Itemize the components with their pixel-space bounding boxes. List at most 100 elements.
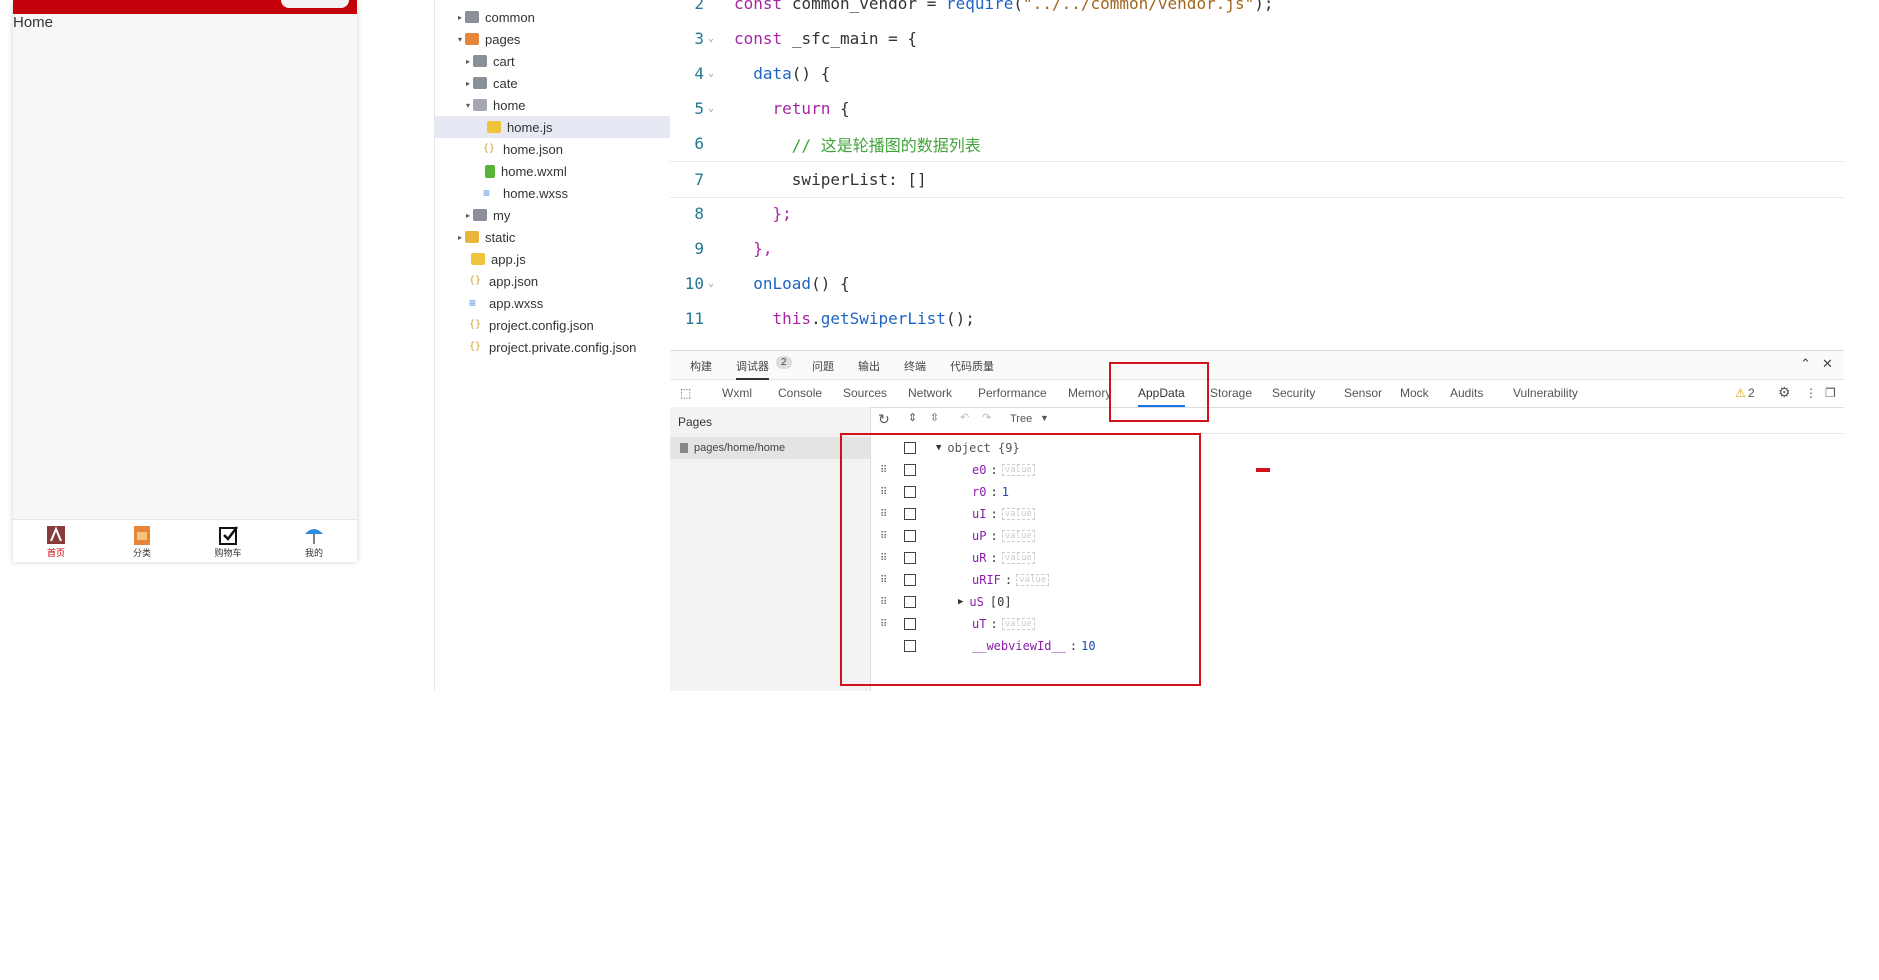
collapse-all-icon[interactable]: ⇳ [930,411,939,424]
code-line: 4 ⌄ data() { [670,56,1844,91]
json-file-icon: {} [469,275,482,286]
line-number: 11 [684,309,704,328]
annotation-mark [1256,468,1270,472]
pages-header: Pages [678,415,713,429]
line-number: 8 [694,204,704,223]
tree-item-label: cart [493,53,515,69]
tab-label: 购物车 [214,547,242,558]
json-file-icon: {} [469,341,482,352]
tab-home[interactable]: 首页 [13,520,99,562]
tab-cart[interactable]: 购物车 [185,520,271,562]
tree-item-home-js[interactable]: home.js [435,116,671,138]
tree-item-app-json[interactable]: {} app.json [435,270,705,292]
tree-item-label: app.wxss [489,295,544,311]
tree-item-label: home.js [507,119,553,135]
json-file-icon: {} [469,319,482,330]
folder-open-icon [473,99,487,111]
tab-my[interactable]: 我的 [271,520,357,562]
tab-bar: 首页 分类 购物车 我的 [13,519,357,562]
line-number: 6 [694,134,704,153]
fold-chevron-icon[interactable]: ⌄ [704,68,722,79]
tree-item-label: app.js [491,251,526,267]
chevron-up-icon[interactable]: ⌃ [1800,356,1811,372]
tree-item-label: common [485,9,535,25]
undo-icon[interactable]: ↶ [960,411,969,424]
tree-item-cate[interactable]: ▸ cate [435,72,699,94]
gear-icon[interactable]: ⚙ [1778,384,1791,401]
more-vertical-icon[interactable]: ⋮ [1805,386,1817,400]
fold-chevron-icon[interactable]: ⌄ [704,33,722,44]
tab-security[interactable]: Security [1272,386,1315,400]
tab-mock[interactable]: Mock [1400,386,1429,400]
code-editor[interactable]: 2 const common_vendor = require("../../c… [670,0,1844,350]
tab-problems[interactable]: 问题 [812,358,834,374]
tree-item-static[interactable]: ▸ static [435,226,691,248]
tab-console[interactable]: Console [778,386,822,400]
tree-item-label: project.config.json [489,317,594,333]
tab-terminal[interactable]: 终端 [904,358,926,374]
refresh-icon[interactable]: ↻ [878,411,890,428]
debugger-badge: 2 [776,356,792,369]
page-item-label: pages/home/home [694,442,786,454]
wxss-file-icon: ≡ [483,186,491,200]
file-icon [680,443,688,453]
tab-vulnerability[interactable]: Vulnerability [1513,386,1578,400]
code-text: this.getSwiperList(); [772,309,975,328]
folder-icon [465,33,479,45]
tab-code-quality[interactable]: 代码质量 [950,358,994,374]
fold-chevron-icon[interactable]: ⌄ [704,103,722,114]
tab-output[interactable]: 输出 [858,358,880,374]
my-tab-icon [302,524,326,546]
tab-debugger[interactable]: 调试器 [736,358,769,380]
warning-icon[interactable]: ⚠ [1735,386,1746,400]
tree-item-app-wxss[interactable]: ≡ app.wxss [435,292,705,314]
inspect-icon[interactable]: ⬚ [680,386,691,400]
tree-item-project-private-config[interactable]: {} project.private.config.json [435,336,705,358]
tree-item-home[interactable]: ▾ home [435,94,699,116]
tab-build[interactable]: 构建 [690,358,712,374]
line-number: 9 [694,239,704,258]
line-number: 5 [694,99,704,118]
js-file-icon [487,121,501,133]
tab-wxml[interactable]: Wxml [722,386,752,400]
tree-item-app-js[interactable]: app.js [435,248,707,270]
view-mode-select[interactable]: Tree [1010,413,1032,425]
tree-item-project-config[interactable]: {} project.config.json [435,314,705,336]
tab-storage[interactable]: Storage [1210,386,1252,400]
tab-performance[interactable]: Performance [978,386,1047,400]
tree-item-label: static [485,229,516,245]
redo-icon[interactable]: ↷ [982,411,991,424]
chevron-down-icon[interactable]: ▼ [1040,413,1049,423]
code-line-current: 7 swiperList: [] [670,161,1844,198]
tree-item-cart[interactable]: ▸ cart [435,50,699,72]
tab-audits[interactable]: Audits [1450,386,1483,400]
code-line: 5 ⌄ return { [670,91,1844,126]
code-line: 10 ⌄ onLoad() { [670,266,1844,301]
close-icon[interactable]: ✕ [1822,356,1833,372]
capsule-button[interactable] [281,0,349,8]
tab-label: 首页 [46,547,65,558]
tree-item-label: home.wxml [501,163,567,179]
expand-all-icon[interactable]: ⇕ [908,411,917,424]
code-text: swiperList: [] [791,170,927,189]
page-title: Home [13,14,54,31]
tab-memory[interactable]: Memory [1068,386,1111,400]
devtools-top-bar: 构建 调试器 2 问题 输出 终端 代码质量 ⌃ ✕ [670,351,1844,380]
tree-item-pages[interactable]: ▾ pages [435,28,691,50]
tab-network[interactable]: Network [908,386,952,400]
chevron-right-icon: ▸ [457,12,462,22]
dock-icon[interactable]: ❐ [1825,386,1836,400]
tree-item-my[interactable]: ▸ my [435,204,699,226]
code-comment: // 这是轮播图的数据列表 [734,135,981,155]
tab-category[interactable]: 分类 [99,520,185,562]
file-explorer: ▸ common ▾ pages ▸ cart ▸ cate ▾ home ho… [434,0,671,690]
tab-sources[interactable]: Sources [843,386,887,400]
chevron-down-icon: ▾ [457,34,462,44]
code-line: 3 ⌄ const _sfc_main = { [670,21,1844,56]
tree-item-common[interactable]: ▸ common [435,6,691,28]
tree-item-label: cate [493,75,518,91]
fold-chevron-icon[interactable]: ⌄ [704,278,722,289]
tab-sensor[interactable]: Sensor [1344,386,1382,400]
tree-item-label: project.private.config.json [489,339,637,355]
js-file-icon [471,253,485,265]
